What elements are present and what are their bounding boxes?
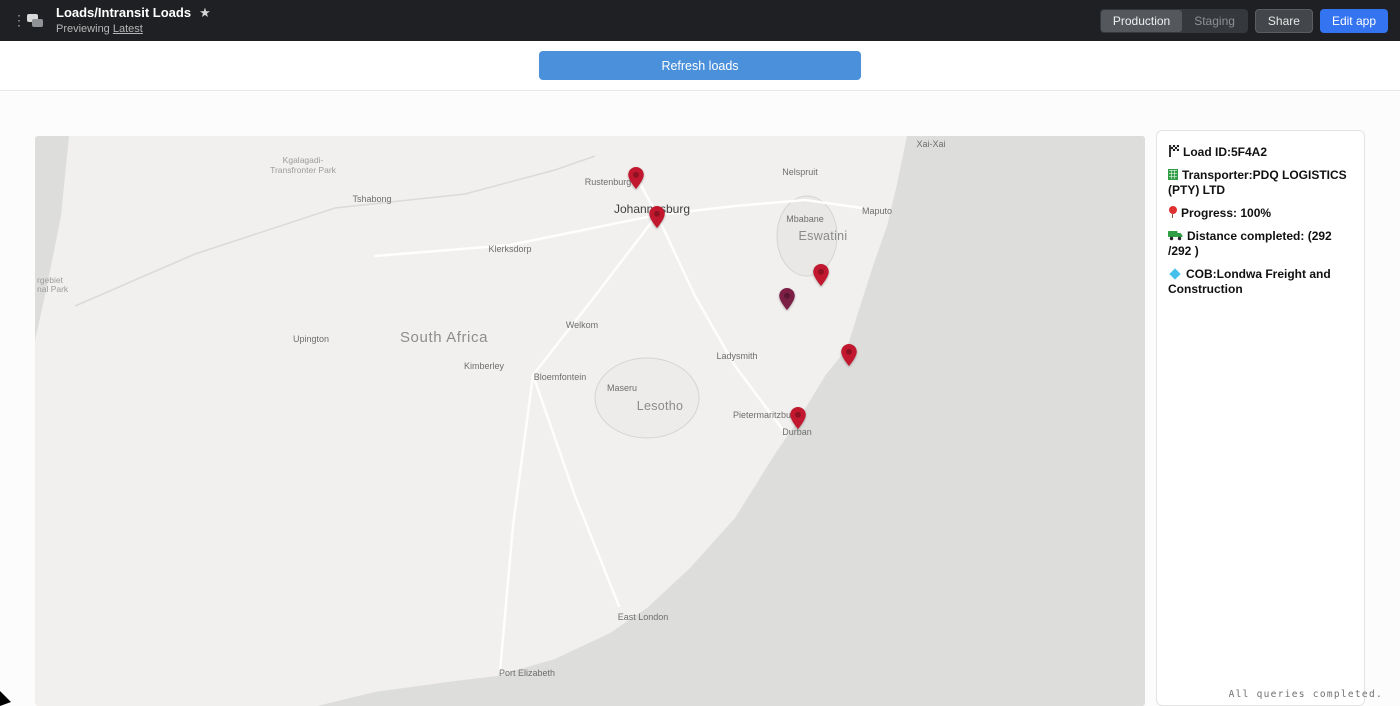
pin-icon xyxy=(1168,206,1177,218)
load-info-card: Load ID:5F4A2 Transporter:PDQ LOGISTICS (… xyxy=(1156,130,1365,706)
env-production-tab[interactable]: Production xyxy=(1101,10,1182,32)
query-status-text: All queries completed. xyxy=(1229,689,1383,700)
info-item: Load ID:5F4A2 xyxy=(1168,145,1353,160)
cursor-pointer xyxy=(0,691,12,706)
map-pin[interactable] xyxy=(841,344,857,366)
env-staging-tab[interactable]: Staging xyxy=(1182,10,1247,32)
map-pin[interactable] xyxy=(813,264,829,286)
map-pins-layer xyxy=(35,136,1145,706)
refresh-loads-button[interactable]: Refresh loads xyxy=(539,51,861,80)
share-button[interactable]: Share xyxy=(1255,9,1313,33)
app-header: ⋮ Loads/Intransit Loads ★ Previewing Lat… xyxy=(0,0,1400,41)
header-actions: Production Staging Share Edit app xyxy=(1100,9,1388,33)
favorite-star-icon[interactable]: ★ xyxy=(199,5,211,21)
building-icon xyxy=(1168,169,1178,180)
info-text: Progress: 100% xyxy=(1181,206,1271,220)
previewing-latest-link[interactable]: Latest xyxy=(113,23,143,35)
map-pin[interactable] xyxy=(779,288,795,310)
info-text: COB:Londwa Freight and Construction xyxy=(1168,267,1331,296)
map-pin[interactable] xyxy=(628,167,644,189)
panels-icon[interactable] xyxy=(26,12,46,30)
toolbar: Refresh loads xyxy=(0,41,1400,91)
info-text: Transporter:PDQ LOGISTICS (PTY) LTD xyxy=(1168,168,1347,197)
info-item: Progress: 100% xyxy=(1168,206,1353,221)
map-pin[interactable] xyxy=(649,206,665,228)
main-canvas: Xai-XaiKgalagadi- Transfronter ParkNelsp… xyxy=(0,92,1400,706)
info-item: Transporter:PDQ LOGISTICS (PTY) LTD xyxy=(1168,168,1353,198)
previewing-row: Previewing Latest xyxy=(56,23,211,36)
edit-app-button[interactable]: Edit app xyxy=(1320,9,1388,33)
previewing-label: Previewing xyxy=(56,23,110,35)
page-title: Loads/Intransit Loads xyxy=(56,5,191,21)
info-text: Load ID:5F4A2 xyxy=(1183,145,1267,159)
flag-icon xyxy=(1168,145,1179,157)
map-component[interactable]: Xai-XaiKgalagadi- Transfronter ParkNelsp… xyxy=(35,136,1145,706)
map-pin[interactable] xyxy=(790,407,806,429)
title-block: Loads/Intransit Loads ★ Previewing Lates… xyxy=(56,5,211,36)
truck-icon xyxy=(1168,230,1183,241)
diamond-icon xyxy=(1169,268,1180,279)
environment-switcher: Production Staging xyxy=(1100,9,1248,33)
info-item: COB:Londwa Freight and Construction xyxy=(1168,267,1353,297)
kebab-menu-icon[interactable]: ⋮ xyxy=(12,12,22,29)
info-item: Distance completed: (292 /292 ) xyxy=(1168,229,1353,259)
info-text: Distance completed: (292 /292 ) xyxy=(1168,229,1332,258)
info-items: Load ID:5F4A2 Transporter:PDQ LOGISTICS (… xyxy=(1168,145,1353,297)
